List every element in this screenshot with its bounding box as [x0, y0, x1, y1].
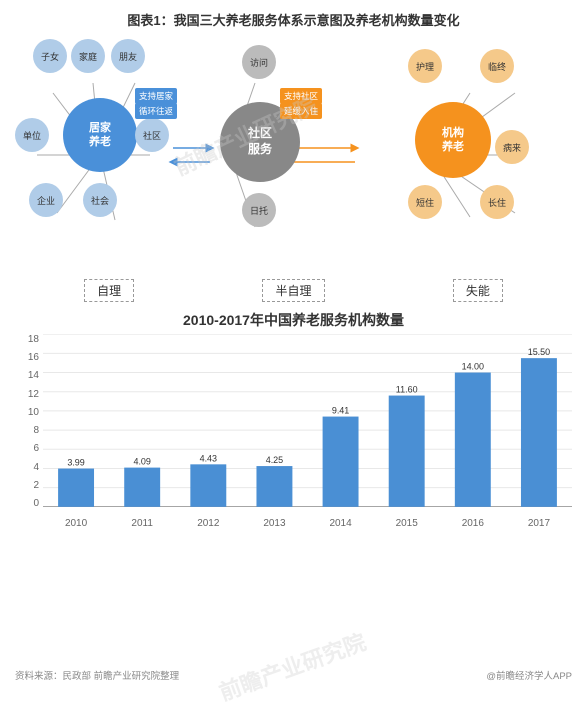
linzhong-circle: 临终: [480, 49, 514, 83]
binglei-circle: 病来: [495, 130, 529, 164]
diagram-area: 居家养老 子女 家庭 朋友 单位 企业 社会 社区 访问 社区服务 日托 支持居…: [15, 35, 572, 275]
bar: [58, 469, 94, 507]
chart-section: 2010-2017年中国养老服务机构数量 18 16 14 12 10 8 6 4 2 0 3.9…: [15, 310, 572, 664]
jiating-circle: 家庭: [71, 39, 105, 73]
y-label: 0: [33, 498, 39, 509]
x-label: 2016: [440, 518, 506, 529]
x-label: 2012: [175, 518, 241, 529]
xunhuan-label: 循环往返: [135, 103, 177, 119]
y-label: 6: [33, 443, 39, 454]
y-label: 14: [28, 370, 39, 381]
diagram-title: 图表1：我国三大养老服务体系示意图及养老机构数量变化: [15, 10, 572, 29]
ziniu-circle: 子女: [33, 39, 67, 73]
chart-svg: 3.99 4.09 4.43 4.25 9.41 11.60 14.00 15.50: [43, 334, 572, 507]
bar: [521, 358, 557, 507]
footer: 资料来源：民政部 前瞻产业研究院整理 @前瞻经济学人APP: [15, 668, 572, 682]
left-cluster: 居家养老 子女 家庭 朋友 单位 企业 社会 社区: [15, 35, 190, 235]
footer-brand: @前瞻经济学人APP: [486, 668, 572, 682]
rituo-circle: 日托: [242, 193, 276, 227]
bar: [389, 396, 425, 507]
chart-watermark: 前瞻产业研究院: [214, 625, 370, 707]
bar-value-label: 9.41: [332, 406, 349, 416]
x-label: 2011: [109, 518, 175, 529]
right-cluster: 机构养老 护理 临终 病来 长住 短住 支持社区 延缓入住: [370, 45, 565, 235]
jigou-circle: 机构养老: [415, 102, 491, 178]
y-axis: 18 16 14 12 10 8 6 4 2 0: [15, 334, 43, 529]
shehui-circle: 社会: [83, 183, 117, 217]
bar: [124, 468, 160, 507]
y-label: 10: [28, 407, 39, 418]
shineng-label: 失能: [453, 279, 503, 302]
bar: [190, 464, 226, 506]
duanzhu-circle: 短住: [408, 185, 442, 219]
ziliao-label: 自理: [84, 279, 134, 302]
y-label: 18: [28, 334, 39, 345]
x-label: 2014: [308, 518, 374, 529]
x-label: 2017: [506, 518, 572, 529]
pengyou-circle: 朋友: [111, 39, 145, 73]
chart-body: 3.99 4.09 4.43 4.25 9.41 11.60 14.00 15.50 2010…: [43, 334, 572, 529]
y-label: 4: [33, 462, 39, 473]
bar: [455, 373, 491, 507]
y-label: 16: [28, 352, 39, 363]
fangwen-circle: 访问: [242, 45, 276, 79]
zhichi-shequ-label: 支持社区: [280, 88, 322, 104]
danwei-circle: 单位: [15, 118, 49, 152]
bar-value-label: 15.50: [528, 347, 550, 357]
chart-title: 2010-2017年中国养老服务机构数量: [15, 310, 572, 330]
diagram-section: 图表1：我国三大养老服务体系示意图及养老机构数量变化: [15, 10, 572, 302]
bar: [323, 417, 359, 507]
x-label: 2015: [374, 518, 440, 529]
x-label: 2010: [43, 518, 109, 529]
qiye-circle: 企业: [29, 183, 63, 217]
jujia-circle: 居家养老: [63, 98, 137, 172]
page-container: 图表1：我国三大养老服务体系示意图及养老机构数量变化: [0, 0, 587, 692]
x-labels-row: 20102011201220132014201520162017: [43, 518, 572, 529]
shequ-left-circle: 社区: [135, 118, 169, 152]
banziliao-label: 半自理: [262, 279, 324, 302]
bar: [256, 466, 292, 507]
bar-value-label: 4.25: [266, 455, 283, 465]
bar-value-label: 4.43: [200, 453, 217, 463]
y-label: 2: [33, 480, 39, 491]
changzhu-circle: 长住: [480, 185, 514, 219]
x-label: 2013: [241, 518, 307, 529]
bar-value-label: 4.09: [133, 457, 150, 467]
chart-wrapper: 18 16 14 12 10 8 6 4 2 0 3.99 4.09 4.43 4.25 9.41 11.6…: [15, 334, 572, 529]
bar-value-label: 11.60: [396, 385, 418, 395]
zhichi-jujia-label: 支持居家: [135, 88, 177, 104]
yanhuan-label: 延缓入住: [280, 103, 322, 119]
huli-circle: 护理: [408, 49, 442, 83]
bar-value-label: 14.00: [462, 362, 484, 372]
bar-value-label: 3.99: [67, 458, 84, 468]
footer-source: 资料来源：民政部 前瞻产业研究院整理: [15, 668, 179, 682]
y-label: 12: [28, 389, 39, 400]
bottom-labels-row: 自理 半自理 失能: [15, 279, 572, 302]
y-label: 8: [33, 425, 39, 436]
center-cluster: 访问 社区服务 日托 支持居家 循环往返: [195, 45, 325, 235]
